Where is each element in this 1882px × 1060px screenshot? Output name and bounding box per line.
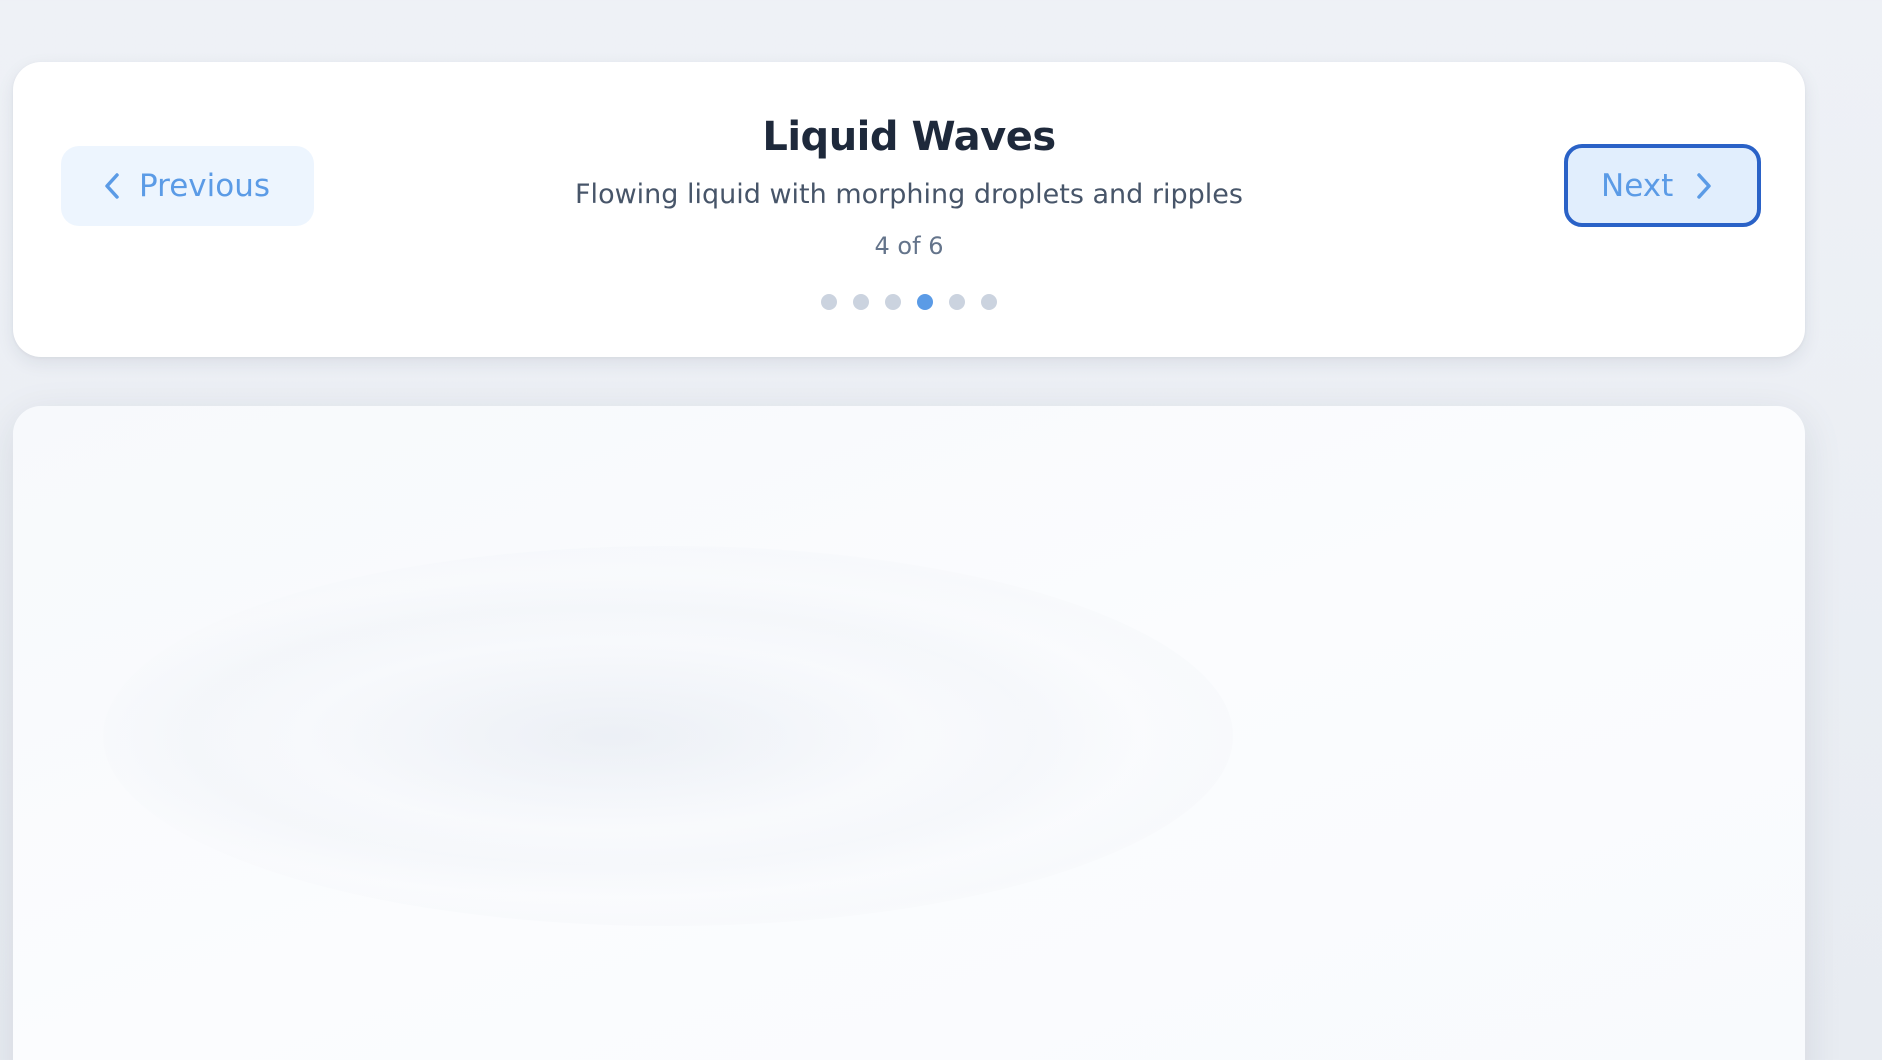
next-button[interactable]: Next: [1564, 144, 1761, 227]
pagination-dot-1[interactable]: [821, 294, 837, 310]
pagination-dot-4-active[interactable]: [917, 294, 933, 310]
slide-counter: 4 of 6: [874, 232, 944, 260]
next-button-label: Next: [1601, 167, 1674, 204]
pagination-dot-3[interactable]: [885, 294, 901, 310]
pagination-dot-5[interactable]: [949, 294, 965, 310]
slide-title: Liquid Waves: [762, 114, 1056, 160]
animation-canvas[interactable]: [13, 406, 1805, 1060]
pagination-dots: [13, 294, 1805, 310]
liquid-ripple-graphic: [103, 546, 1233, 926]
slide-header-card: Previous Liquid Waves Flowing liquid wit…: [13, 62, 1805, 357]
chevron-right-icon: [1693, 171, 1715, 201]
slide-description: Flowing liquid with morphing droplets an…: [575, 179, 1243, 210]
pagination-dot-6[interactable]: [981, 294, 997, 310]
pagination-dot-2[interactable]: [853, 294, 869, 310]
